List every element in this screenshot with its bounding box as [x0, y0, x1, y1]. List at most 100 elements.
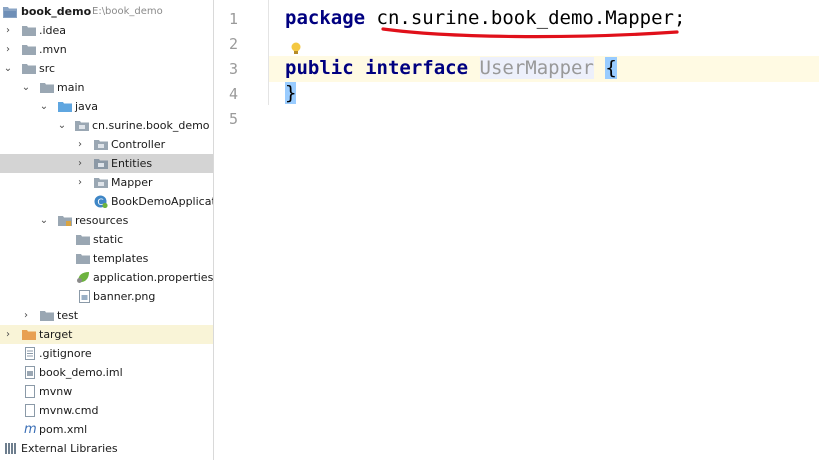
tree-item-label: book_demo.iml: [39, 366, 123, 379]
folder-icon: [22, 64, 36, 74]
tree-item-label: BookDemoApplicat: [111, 195, 213, 208]
tree-item-main[interactable]: ⌄ main: [0, 78, 213, 97]
tree-item-gitignore[interactable]: .gitignore: [0, 344, 213, 363]
tree-item-mvnw-cmd[interactable]: mvnw.cmd: [0, 401, 213, 420]
tree-item-label: java: [75, 100, 99, 113]
tree-item-label: templates: [93, 252, 149, 265]
chevron-down-icon[interactable]: ⌄: [39, 211, 49, 230]
image-file-icon: [79, 290, 90, 303]
chevron-right-icon[interactable]: ›: [3, 21, 13, 40]
folder-icon: [40, 83, 54, 93]
tree-item-mvn[interactable]: › .mvn: [0, 40, 213, 59]
tree-item-bookdemoapplication[interactable]: C BookDemoApplicat: [0, 192, 213, 211]
project-tree-panel: book_demo E:\book_demo › .idea › .mvn ⌄ …: [0, 0, 214, 460]
tree-item-label: mvnw.cmd: [39, 404, 99, 417]
tree-item-target[interactable]: › target: [0, 325, 213, 344]
folder-icon: [76, 235, 90, 245]
tree-item-mvnw[interactable]: mvnw: [0, 382, 213, 401]
chevron-down-icon[interactable]: ⌄: [3, 59, 13, 78]
tree-item-src[interactable]: ⌄ src: [0, 59, 213, 78]
tree-item-label: application.properties: [93, 271, 213, 284]
folder-icon: [22, 45, 36, 55]
tree-item-label: book_demo: [21, 5, 92, 18]
gutter-separator: [268, 0, 269, 105]
libraries-icon: [5, 443, 16, 454]
tree-item-book-demo[interactable]: book_demo E:\book_demo: [0, 2, 213, 21]
module-folder-icon: [3, 7, 17, 18]
chevron-right-icon[interactable]: ›: [3, 40, 13, 59]
tree-item-label: .gitignore: [39, 347, 92, 360]
tree-item-entities[interactable]: › Entities: [0, 154, 213, 173]
spring-properties-icon: [77, 272, 89, 283]
keyword-interface: interface: [365, 57, 469, 79]
chevron-right-icon[interactable]: ›: [75, 154, 85, 173]
tree-item-application-properties[interactable]: application.properties: [0, 268, 213, 287]
tree-item-idea[interactable]: › .idea: [0, 21, 213, 40]
tree-item-book-demo-iml[interactable]: book_demo.iml: [0, 363, 213, 382]
source-folder-icon: [58, 102, 72, 112]
folder-icon: [22, 26, 36, 36]
folder-icon: [40, 311, 54, 321]
maven-icon: m: [24, 422, 37, 437]
keyword-package: package: [285, 7, 366, 29]
line-number: 5: [228, 110, 238, 128]
close-brace: }: [285, 82, 297, 104]
tree-item-label: pom.xml: [39, 423, 88, 436]
folder-icon: [76, 254, 90, 264]
tree-item-label: Controller: [111, 138, 166, 151]
tree-item-banner-png[interactable]: banner.png: [0, 287, 213, 306]
tree-item-label: banner.png: [93, 290, 156, 303]
project-path: E:\book_demo: [92, 6, 163, 17]
line-number: 4: [228, 85, 238, 103]
chevron-right-icon[interactable]: ›: [21, 306, 31, 325]
excluded-folder-icon: [22, 330, 36, 340]
chevron-right-icon[interactable]: ›: [75, 135, 85, 154]
line-number: 2: [228, 35, 238, 53]
tree-item-label: src: [39, 62, 56, 75]
package-icon: [94, 178, 108, 188]
tree-item-label: test: [57, 309, 79, 322]
code-line-4[interactable]: }: [285, 82, 297, 104]
tree-item-mapper[interactable]: › Mapper: [0, 173, 213, 192]
tree-item-label: cn.surine.book_demo: [92, 119, 210, 132]
red-annotation-underline: [381, 27, 679, 39]
tree-item-java[interactable]: ⌄ java: [0, 97, 213, 116]
tree-item-templates[interactable]: templates: [0, 249, 213, 268]
package-icon: [94, 159, 108, 169]
code-line-3[interactable]: public interface UserMapper {: [285, 57, 617, 79]
tree-item-package-root[interactable]: ⌄ cn.surine.book_demo: [0, 116, 213, 135]
open-brace: {: [605, 57, 617, 79]
package-icon: [94, 140, 108, 150]
tree-item-label: static: [93, 233, 124, 246]
file-icon: [25, 385, 35, 398]
spring-boot-class-icon: C: [94, 195, 108, 208]
tree-item-controller[interactable]: › Controller: [0, 135, 213, 154]
tree-item-external-libraries[interactable]: External Libraries: [0, 439, 213, 458]
text-file-icon: [25, 347, 35, 360]
interface-name: UserMapper: [479, 57, 594, 79]
tree-item-resources[interactable]: ⌄ resources: [0, 211, 213, 230]
tree-item-label: target: [39, 328, 73, 341]
iml-file-icon: [25, 366, 35, 379]
resources-folder-icon: [58, 216, 72, 226]
line-number: 1: [228, 10, 238, 28]
tree-item-test[interactable]: › test: [0, 306, 213, 325]
chevron-down-icon[interactable]: ⌄: [39, 97, 49, 116]
chevron-right-icon[interactable]: ›: [3, 325, 13, 344]
tree-item-pom-xml[interactable]: m pom.xml: [0, 420, 213, 439]
chevron-down-icon[interactable]: ⌄: [57, 116, 67, 135]
package-icon: [75, 121, 89, 131]
tree-item-label: External Libraries: [21, 442, 118, 455]
file-icon: [25, 404, 35, 417]
line-number: 3: [228, 60, 238, 78]
lightbulb-icon[interactable]: [290, 41, 302, 57]
tree-item-label: resources: [75, 214, 129, 227]
tree-item-label: Mapper: [111, 176, 153, 189]
tree-item-label: main: [57, 81, 85, 94]
tree-item-label: .idea: [39, 24, 67, 37]
tree-item-static[interactable]: static: [0, 230, 213, 249]
tree-item-label: .mvn: [39, 43, 67, 56]
chevron-right-icon[interactable]: ›: [75, 173, 85, 192]
tree-item-label: mvnw: [39, 385, 73, 398]
chevron-down-icon[interactable]: ⌄: [21, 78, 31, 97]
